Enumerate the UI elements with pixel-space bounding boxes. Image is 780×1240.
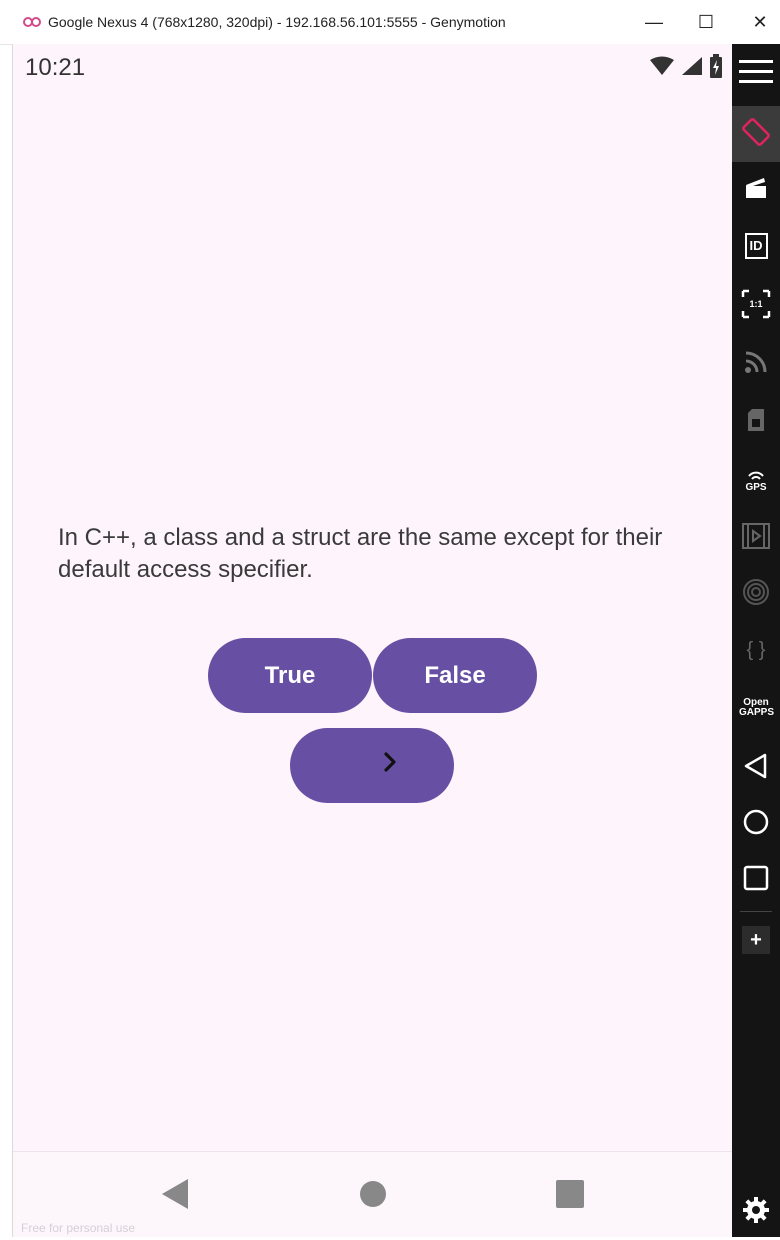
settings-button[interactable] xyxy=(732,1184,780,1240)
plus-icon: + xyxy=(742,926,770,954)
back-triangle-icon xyxy=(744,753,768,784)
nav-back-button[interactable] xyxy=(155,1174,195,1214)
pixel-perfect-icon: 1:1 xyxy=(741,289,771,319)
android-nav-bar: Free for personal use xyxy=(13,1151,733,1237)
device-id-button[interactable]: ID xyxy=(732,218,780,274)
film-play-icon xyxy=(742,522,770,554)
cell-signal-icon xyxy=(681,56,703,81)
network-signal-icon xyxy=(744,350,768,379)
network-button[interactable] xyxy=(732,336,780,392)
more-widgets-button[interactable]: + xyxy=(732,912,780,968)
rotate-button[interactable] xyxy=(732,106,780,162)
clapperboard-icon xyxy=(744,176,768,205)
genymotion-toolbar: ID 1:1 GPS {} Open GAPPS + xyxy=(732,44,780,1237)
sim-button[interactable] xyxy=(732,394,780,450)
capture-button[interactable] xyxy=(732,162,780,218)
biometrics-button[interactable] xyxy=(732,566,780,622)
next-button[interactable] xyxy=(290,728,454,803)
watermark: Free for personal use xyxy=(21,1221,136,1235)
open-gapps-button[interactable]: Open GAPPS xyxy=(732,680,780,736)
home-circle-icon xyxy=(743,809,769,840)
screencast-button[interactable] xyxy=(732,510,780,566)
recents-square-icon xyxy=(743,865,769,896)
gps-icon: GPS xyxy=(745,471,767,493)
nav-recents-button[interactable] xyxy=(550,1174,590,1214)
gps-button[interactable]: GPS xyxy=(732,454,780,510)
close-button[interactable]: ✕ xyxy=(740,8,780,36)
title-bar: Google Nexus 4 (768x1280, 320dpi) - 192.… xyxy=(0,0,780,45)
hamburger-icon xyxy=(739,59,773,90)
chevron-right-icon xyxy=(382,751,398,779)
nav-home-button[interactable] xyxy=(353,1174,393,1214)
question-text: In C++, a class and a struct are the sam… xyxy=(58,524,663,583)
fingerprint-icon xyxy=(743,578,769,610)
id-icon: ID xyxy=(744,233,768,259)
sim-card-icon xyxy=(746,408,766,437)
status-bar: 10:21 xyxy=(13,44,733,92)
genymotion-window: Google Nexus 4 (768x1280, 320dpi) - 192.… xyxy=(0,0,780,1237)
window-title: Google Nexus 4 (768x1280, 320dpi) - 192.… xyxy=(48,14,506,30)
genymotion-logo-icon xyxy=(22,12,42,32)
status-clock: 10:21 xyxy=(25,54,86,81)
back-button[interactable] xyxy=(732,740,780,796)
wifi-icon xyxy=(649,56,675,81)
maximize-button[interactable]: ☐ xyxy=(686,8,726,36)
home-button[interactable] xyxy=(732,796,780,852)
battery-charging-icon xyxy=(709,54,723,83)
true-button[interactable]: True xyxy=(208,638,372,713)
device-screen: 10:21 In C++, a class and a struct are t… xyxy=(12,44,733,1237)
rotate-device-icon xyxy=(741,117,771,152)
open-gapps-icon: Open GAPPS xyxy=(739,697,775,718)
false-button[interactable]: False xyxy=(373,638,537,713)
menu-button[interactable] xyxy=(732,46,780,102)
braces-icon: { } xyxy=(746,639,766,661)
gear-icon xyxy=(742,1196,770,1229)
pixel-perfect-button[interactable]: 1:1 xyxy=(732,276,780,332)
status-icons xyxy=(649,54,723,83)
recent-apps-button[interactable] xyxy=(732,852,780,908)
shell-button[interactable]: { } xyxy=(732,622,780,678)
minimize-button[interactable]: — xyxy=(634,8,674,36)
